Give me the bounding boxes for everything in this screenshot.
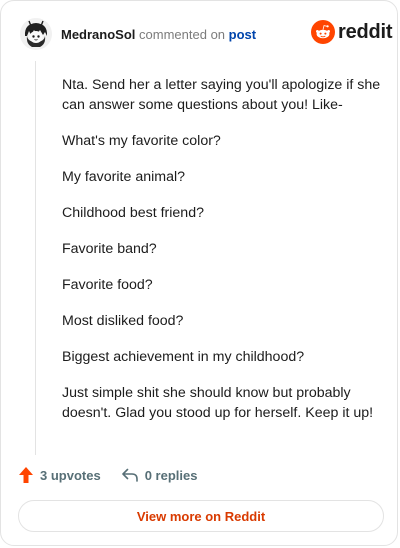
reply-count: 0 replies	[144, 467, 198, 483]
comment-paragraph: What's my favorite color?	[62, 133, 221, 149]
user-avatar-icon	[20, 18, 52, 50]
upvote-count: 3 upvotes	[40, 467, 101, 483]
post-link[interactable]: post	[229, 27, 256, 42]
comment-paragraph: My favorite animal?	[62, 169, 186, 185]
reddit-brand[interactable]: reddit	[311, 20, 393, 44]
comment-paragraph: Favorite band?	[62, 241, 157, 257]
action-text: commented on	[139, 27, 226, 42]
comment-paragraph: Favorite food?	[62, 277, 153, 293]
comment-paragraph: Just simple shit she should know but pro…	[62, 385, 374, 421]
upvote-arrow-icon	[19, 467, 33, 483]
comment-body: Nta. Send her a letter saying you'll apo…	[62, 75, 384, 439]
reply-arrow-icon	[121, 468, 138, 482]
reply-button[interactable]: 0 replies	[121, 467, 198, 483]
comment-card: MedranoSol commented on post reddit Nta.…	[0, 0, 398, 546]
view-more-button[interactable]: View more on Reddit	[18, 500, 384, 532]
comment-paragraph: Childhood best friend?	[62, 205, 204, 221]
username-link[interactable]: MedranoSol	[61, 27, 135, 42]
upvote-button[interactable]: 3 upvotes	[18, 466, 101, 484]
brand-wordmark: reddit	[338, 20, 393, 43]
comment-paragraph: Most disliked food?	[62, 313, 184, 329]
comment-paragraph: Biggest achievement in my childhood?	[62, 349, 305, 365]
comment-paragraph: Nta. Send her a letter saying you'll apo…	[62, 77, 381, 113]
thread-line	[35, 61, 36, 455]
comment-actions: 3 upvotes 0 replies	[18, 466, 197, 484]
reddit-snoo-icon	[311, 20, 335, 44]
comment-header: MedranoSol commented on post	[61, 27, 256, 43]
avatar[interactable]	[20, 18, 52, 50]
